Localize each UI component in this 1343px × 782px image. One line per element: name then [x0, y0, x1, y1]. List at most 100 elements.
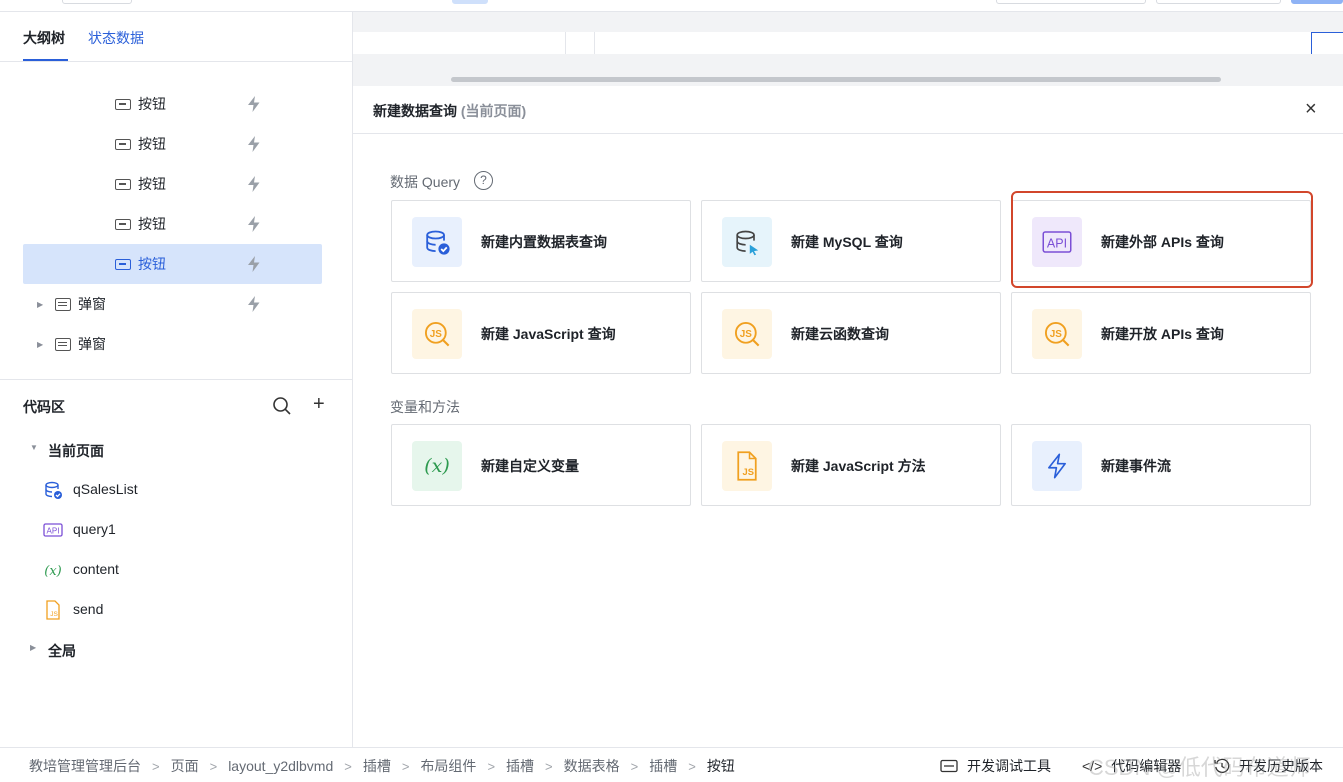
card-label: 新建 MySQL 查询 [791, 234, 903, 250]
tree-item-dialog[interactable]: ▶ 弹窗 [23, 284, 322, 324]
card-open-api-query[interactable]: JS 新建开放 APIs 查询 [1011, 292, 1311, 374]
section-label-variables: 变量和方法 [390, 399, 460, 415]
help-icon[interactable]: ? [474, 171, 493, 190]
button-component-icon [115, 138, 131, 150]
expand-arrow-icon[interactable]: ▶ [37, 300, 43, 309]
code-icon: </> [1082, 758, 1103, 774]
js-query-icon: JS [722, 309, 772, 359]
event-bolt-icon[interactable] [245, 135, 263, 153]
top-toolbar [0, 0, 1343, 12]
breadcrumb-item[interactable]: 布局组件 [420, 756, 476, 776]
code-item[interactable]: (x) content [0, 550, 352, 590]
card-event-flow[interactable]: 新建事件流 [1011, 424, 1311, 506]
panel-title: 新建数据查询 (当前页面) [373, 103, 527, 119]
code-item[interactable]: API query1 [0, 510, 352, 550]
breadcrumb-item[interactable]: 页面 [171, 756, 199, 776]
card-builtin-table-query[interactable]: 新建内置数据表查询 [391, 200, 691, 282]
breadcrumb-item[interactable]: 插槽 [649, 756, 677, 776]
button-component-icon [115, 98, 131, 110]
tab-outline-tree[interactable]: 大纲树 [23, 28, 65, 48]
breadcrumb-item[interactable]: 插槽 [506, 756, 534, 776]
history-version-button[interactable]: 开发历史版本 [1214, 756, 1323, 776]
breadcrumb-separator: > [344, 758, 352, 774]
code-item[interactable]: qSalesList [0, 470, 352, 510]
code-item[interactable]: JS send [0, 590, 352, 630]
tree-item-dialog[interactable]: ▶ 弹窗 [23, 324, 322, 364]
code-area-header: 代码区 + [0, 379, 352, 429]
tree-item-button[interactable]: 按钮 [23, 124, 322, 164]
breadcrumb-item[interactable]: 插槽 [363, 756, 391, 776]
section-label-query: 数据 Query [390, 174, 461, 190]
card-cloud-function-query[interactable]: JS 新建云函数查询 [701, 292, 1001, 374]
breadcrumb: 教培管理管理后台 > 页面 > layout_y2dlbvmd > 插槽 > 布… [29, 756, 735, 776]
event-bolt-icon[interactable] [245, 215, 263, 233]
history-icon [1214, 758, 1230, 774]
breadcrumb-separator: > [152, 758, 160, 774]
tree-item-label: 弹窗 [78, 336, 106, 352]
debug-tool-icon [940, 759, 958, 773]
panel-header: 新建数据查询 (当前页面) × [353, 86, 1343, 134]
publish-button[interactable] [1291, 0, 1343, 4]
card-javascript-query[interactable]: JS 新建 JavaScript 查询 [391, 292, 691, 374]
breadcrumb-separator: > [545, 758, 553, 774]
search-icon[interactable] [272, 396, 292, 416]
collapse-arrow-icon[interactable]: ▼ [30, 443, 38, 452]
breadcrumb-item[interactable]: layout_y2dlbvmd [228, 758, 333, 774]
card-custom-variable[interactable]: (x) 新建自定义变量 [391, 424, 691, 506]
tree-item-button[interactable]: 按钮 [23, 164, 322, 204]
card-label: 新建自定义变量 [481, 458, 579, 474]
toolbar-button[interactable] [452, 0, 488, 4]
js-query-icon: JS [412, 309, 462, 359]
event-bolt-icon[interactable] [245, 175, 263, 193]
add-icon[interactable]: + [313, 393, 325, 416]
close-button[interactable]: × [1305, 98, 1317, 121]
active-tab-indicator [23, 59, 68, 61]
expand-arrow-icon[interactable]: ▶ [30, 643, 36, 652]
event-bolt-icon[interactable] [245, 255, 263, 273]
horizontal-scrollbar[interactable] [451, 77, 1221, 82]
card-label: 新建 JavaScript 方法 [791, 458, 926, 474]
code-group-global[interactable]: ▶ 全局 [0, 630, 352, 670]
svg-text:JS: JS [743, 467, 754, 477]
code-group-current-page[interactable]: ▼ 当前页面 [0, 430, 352, 470]
status-bar: 教培管理管理后台 > 页面 > layout_y2dlbvmd > 插槽 > 布… [0, 747, 1343, 782]
tab-state-data[interactable]: 状态数据 [88, 28, 144, 48]
left-panel: 大纲树 状态数据 按钮 按钮 按钮 按钮 按钮 ▶ 弹窗 ▶ 弹窗 代码区 + … [0, 12, 353, 747]
tree-item-label: 按钮 [138, 136, 166, 152]
outline-tabs: 大纲树 状态数据 [0, 12, 352, 62]
debug-tools-button[interactable]: 开发调试工具 [940, 756, 1051, 776]
svg-text:(x): (x) [424, 455, 450, 477]
toolbar-button[interactable] [62, 0, 132, 4]
breadcrumb-item-current[interactable]: 按钮 [707, 756, 735, 776]
breadcrumb-item[interactable]: 数据表格 [564, 756, 620, 776]
svg-text:JS: JS [740, 329, 753, 340]
tree-item-label: 按钮 [138, 256, 166, 272]
tree-item-button[interactable]: 按钮 [23, 204, 322, 244]
event-bolt-icon[interactable] [245, 95, 263, 113]
dialog-component-icon [55, 337, 71, 351]
code-group-label: 全局 [48, 643, 76, 659]
tool-label: 开发调试工具 [967, 758, 1051, 774]
toolbar-button[interactable] [1156, 0, 1281, 4]
divider [565, 32, 566, 54]
expand-arrow-icon[interactable]: ▶ [37, 340, 43, 349]
event-bolt-icon[interactable] [245, 295, 263, 313]
database-icon [45, 481, 62, 499]
card-javascript-method[interactable]: JS 新建 JavaScript 方法 [701, 424, 1001, 506]
code-editor-button[interactable]: </> 代码编辑器 [1082, 756, 1181, 776]
toolbar-button[interactable] [996, 0, 1146, 4]
tree-item-label: 按钮 [138, 176, 166, 192]
code-item-label: content [73, 561, 119, 577]
tree-item-button[interactable]: 按钮 [23, 84, 322, 124]
js-query-icon: JS [1032, 309, 1082, 359]
card-label: 新建云函数查询 [791, 326, 889, 342]
card-mysql-query[interactable]: 新建 MySQL 查询 [701, 200, 1001, 282]
button-component-icon [115, 178, 131, 190]
breadcrumb-item[interactable]: 教培管理管理后台 [29, 756, 141, 776]
code-area-title: 代码区 [23, 399, 65, 415]
breadcrumb-separator: > [209, 758, 218, 774]
tree-item-button-selected[interactable]: 按钮 [23, 244, 322, 284]
card-label: 新建开放 APIs 查询 [1101, 326, 1224, 342]
svg-text:JS: JS [50, 611, 58, 618]
breadcrumb-separator: > [487, 758, 496, 774]
